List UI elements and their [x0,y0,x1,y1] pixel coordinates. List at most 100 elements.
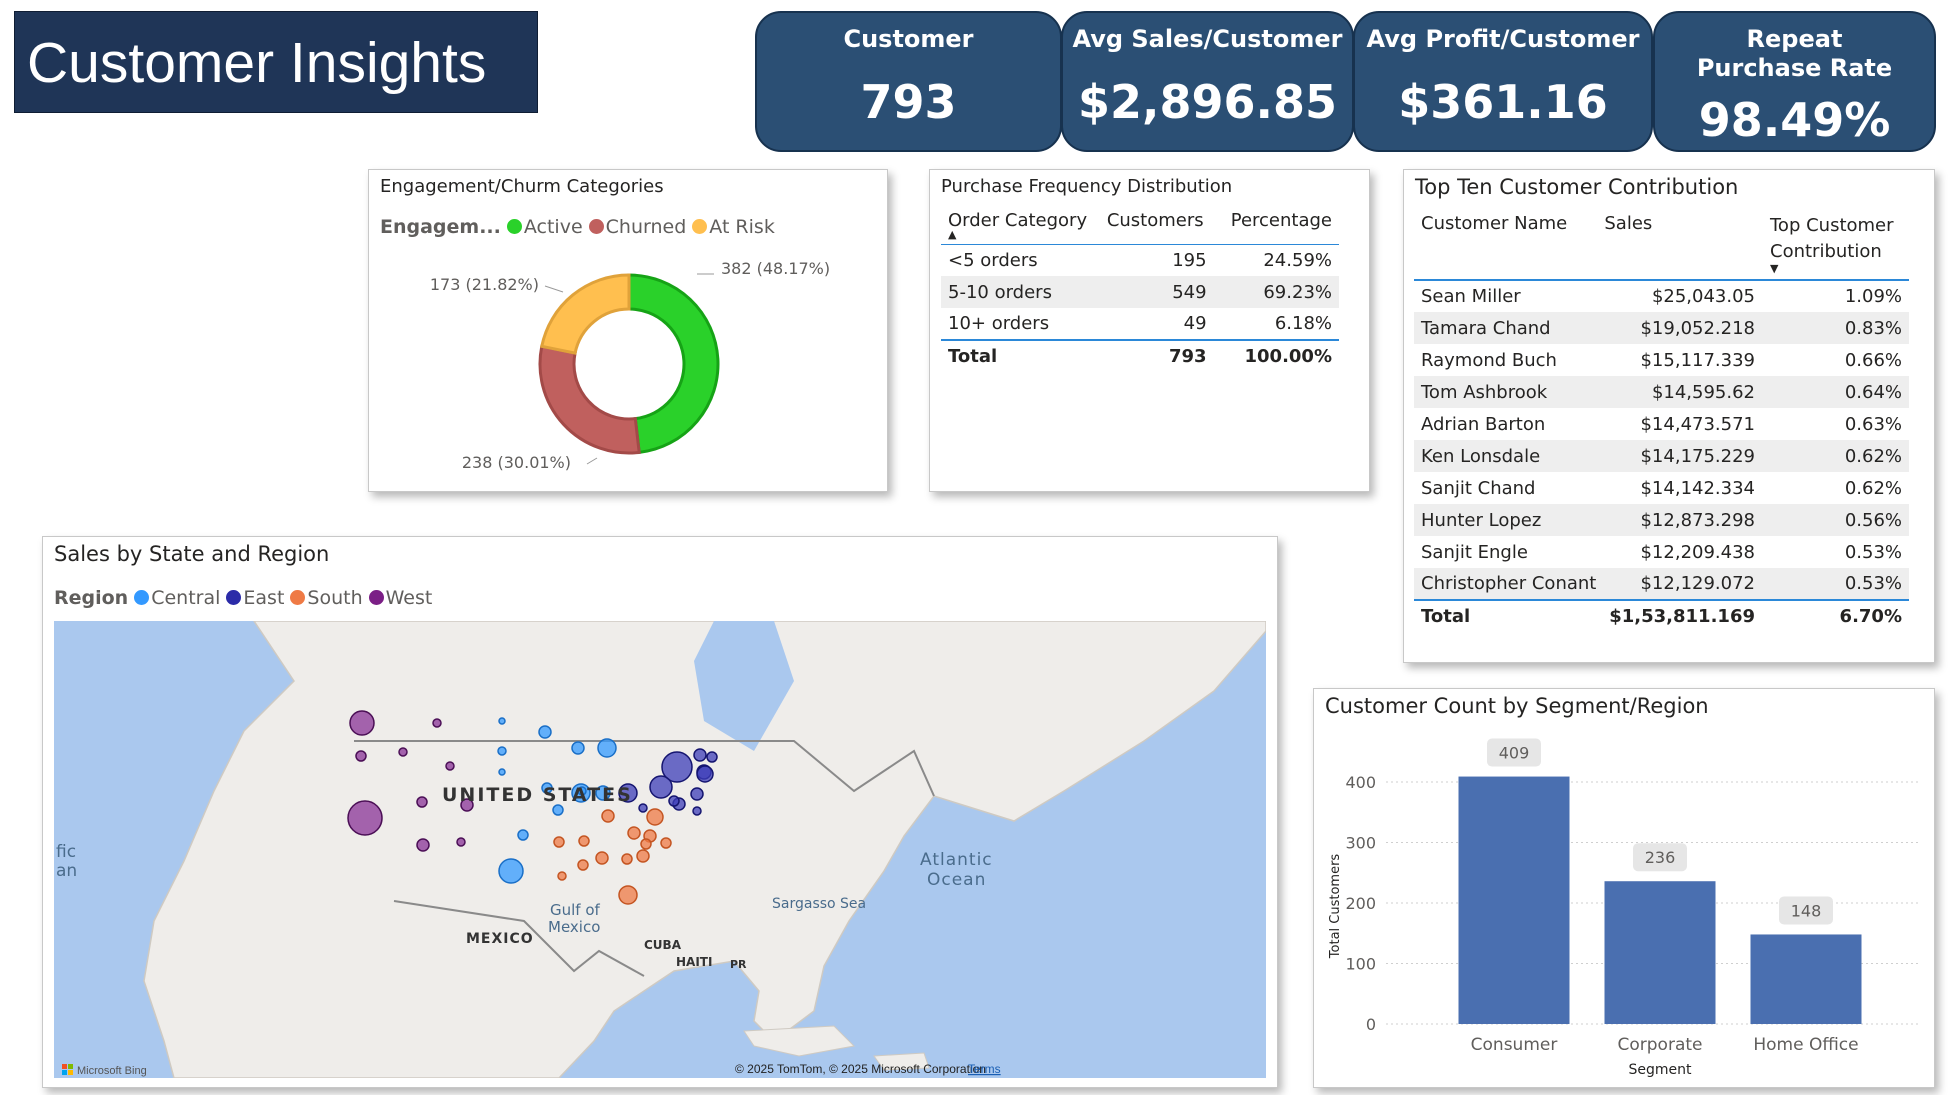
map-bubble-west[interactable] [355,750,367,762]
map-bubble-east[interactable] [693,748,707,762]
donut-slice-churned[interactable] [538,344,641,455]
table-row[interactable]: Sean Miller $25,043.05 1.09% [1414,280,1909,312]
table-row[interactable]: 10+ orders 49 6.18% [941,308,1339,340]
map-bubble-central[interactable] [497,746,507,756]
table-row[interactable]: <5 orders 195 24.59% [941,244,1339,276]
table-header-row: Order Category ▲ Customers Percentage [941,204,1339,244]
map-bubble-west[interactable] [349,710,375,736]
bar-consumer[interactable] [1458,776,1570,1024]
map-bubble-south[interactable] [577,859,589,871]
map-bubble-west[interactable] [347,800,383,836]
kpi-value: 793 [860,75,957,129]
map-bubble-west[interactable] [416,796,428,808]
cell-name: Hunter Lopez [1421,509,1542,531]
bar-home-office[interactable] [1750,934,1862,1024]
map-bubble-west[interactable] [445,761,455,771]
table-row[interactable]: Hunter Lopez $12,873.298 0.56% [1414,504,1909,536]
cell-sales: $14,473.571 [1640,413,1755,435]
bar-corporate[interactable] [1604,881,1716,1024]
map-bubble-south[interactable] [621,853,633,865]
map-bubble-south[interactable] [601,809,615,823]
table-row[interactable]: 5-10 orders 549 69.23% [941,276,1339,308]
map-bubble-south[interactable] [640,838,652,850]
donut-slice-active[interactable] [627,273,720,455]
map-canvas[interactable]: UNITED STATES Atlantic Ocean Sargasso Sea… [54,621,1266,1078]
map-bubble-central[interactable] [538,725,552,739]
map-bubble-south[interactable] [578,835,590,847]
map-bubble-south[interactable] [553,836,565,848]
column-header[interactable]: Order Category ▲ [941,204,1106,244]
map-bubble-west[interactable] [432,718,442,728]
x-tick-label: Home Office [1753,1035,1858,1055]
donut-slice-at-risk[interactable] [540,273,631,355]
segment-bar-card[interactable]: Customer Count by Segment/Region 0 100 200… [1313,688,1935,1088]
cell-contribution: 0.62% [1844,477,1902,499]
engagement-donut-card[interactable]: Engagement/Churm Categories Engagem... Ac… [368,169,888,492]
data-label: 409 [1499,744,1530,763]
table-row[interactable]: Sanjit Chand $14,142.334 0.62% [1414,472,1909,504]
map-bubble-south[interactable] [557,871,567,881]
map-bubble-central[interactable] [498,768,506,776]
table-row[interactable]: Tamara Chand $19,052.218 0.83% [1414,312,1909,344]
table-row[interactable]: Sanjit Engle $12,209.438 0.53% [1414,536,1909,568]
kpi-value: 98.49% [1698,93,1891,147]
legend-item[interactable]: South [307,587,362,609]
x-tick-label: Corporate [1618,1035,1703,1055]
table-total-row: Total 793 100.00% [941,340,1339,372]
map-bubble-central[interactable] [517,829,529,841]
sea-label: Sargasso Sea [772,896,866,912]
cell-sales: $25,043.05 [1651,286,1755,307]
map-bubble-south[interactable] [618,885,638,905]
map-bubble-east[interactable] [668,795,680,807]
column-header[interactable]: Sales [1603,208,1756,280]
table-row[interactable]: Ken Lonsdale $14,175.229 0.62% [1414,440,1909,472]
pr-label: PR [730,958,747,971]
map-bubble-east[interactable] [690,787,704,801]
map-bubble-central[interactable] [571,741,585,755]
column-header[interactable]: Customer Name [1414,208,1603,280]
map-bubble-west[interactable] [398,747,408,757]
map-bubble-south[interactable] [646,808,664,826]
column-header[interactable]: Top Customer Contribution ▼ [1756,208,1909,280]
table-row[interactable]: Adrian Barton $14,473.571 0.63% [1414,408,1909,440]
map-bubble-central[interactable] [498,717,506,725]
table-row[interactable]: Tom Ashbrook $14,595.62 0.64% [1414,376,1909,408]
map-bubble-south[interactable] [595,851,609,865]
cell-sales: $12,129.072 [1640,573,1755,594]
central-legend-dot [134,590,150,605]
card-title: Top Ten Customer Contribution [1415,175,1739,199]
cell-percentage: 6.18% [1274,313,1332,334]
map-bubble-central[interactable] [597,738,617,758]
map-bubble-central[interactable] [498,858,524,884]
map-bubble-west[interactable] [456,837,466,847]
table-row[interactable]: Christopher Conant $12,129.072 0.53% [1414,568,1909,600]
leader-line [586,457,598,465]
legend-item[interactable]: Central [151,587,220,609]
bar-chart[interactable]: 0 100 200 300 400 409 Consumer 236 Corporate 148 H… [1314,689,1936,1089]
legend-item[interactable]: West [386,587,433,609]
map-bubble-south[interactable] [636,849,650,863]
map-bubble-east[interactable] [692,806,702,816]
map-bubble-central[interactable] [552,804,564,816]
x-tick-label: Consumer [1471,1035,1558,1055]
legend-item[interactable]: East [243,587,284,609]
map-bubble-east[interactable] [638,803,648,813]
donut-chart[interactable]: 382 (48.17%) 238 (30.01%) 173 (21.82%) [369,170,889,493]
table-row[interactable]: Raymond Buch $15,117.339 0.66% [1414,344,1909,376]
purchase-frequency-card[interactable]: Purchase Frequency Distribution Order Ca… [929,169,1370,492]
cell-name: Raymond Buch [1421,349,1557,371]
map-bubble-south[interactable] [627,826,641,840]
map-bubble-east[interactable] [706,751,718,763]
map-bubble-south[interactable] [660,837,672,849]
column-header[interactable]: Customers [1106,204,1217,244]
terms-link[interactable]: Terms [968,1062,1001,1076]
column-header[interactable]: Percentage [1217,204,1339,244]
top-ten-customers-card[interactable]: Top Ten Customer Contribution Customer N… [1403,169,1935,663]
cell-contribution: 0.64% [1844,381,1902,403]
sales-map-card[interactable]: Sales by State and Region Region Central E… [42,536,1278,1088]
map-bubble-east[interactable] [649,775,673,799]
cell-name: Sanjit Engle [1421,541,1528,563]
data-label: 173 (21.82%) [430,275,539,294]
map-bubble-west[interactable] [416,838,430,852]
map-bubble-east[interactable] [696,765,714,783]
